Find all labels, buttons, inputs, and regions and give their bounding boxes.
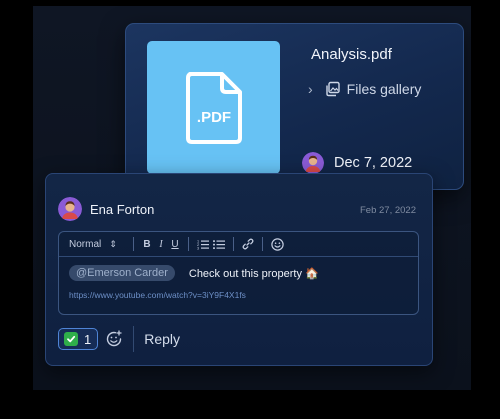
user-mention[interactable]: @Emerson Carder [69,265,175,281]
pdf-file-icon: .PDF [185,71,242,144]
reply-button[interactable]: Reply [144,331,180,347]
toolbar-divider [233,237,234,251]
comment-author: Ena Forton [90,201,155,217]
gallery-icon [325,81,340,97]
footer-divider [133,326,135,352]
file-name: Analysis.pdf [311,46,392,63]
comment-link[interactable]: https://www.youtube.com/watch?v=3iY9F4X1… [69,290,408,300]
files-gallery-link[interactable]: › Files gallery [308,81,421,97]
toolbar-divider [188,237,189,251]
bullet-list-icon [213,239,225,249]
file-date: Dec 7, 2022 [334,155,413,171]
file-thumbnail[interactable]: .PDF [147,41,280,174]
file-date-row: Dec 7, 2022 [302,152,412,174]
chevron-right-icon: › [308,81,313,97]
file-card[interactable]: .PDF Analysis.pdf › Files gallery Dec 7,… [125,23,464,190]
ordered-list-icon: 1 2 3 [197,239,209,250]
toolbar-divider [133,237,134,251]
text-style-select[interactable]: Normal ⇕ [69,239,127,250]
add-emoji-icon[interactable] [105,330,123,348]
bullet-list-button[interactable] [211,239,227,250]
italic-button[interactable]: I [154,239,168,250]
ordered-list-button[interactable]: 1 2 3 [195,239,211,250]
comment-date: Feb 27, 2022 [360,205,416,216]
insert-emoji-button[interactable] [269,237,285,251]
comment-message: Check out this property 🏠 [188,267,319,280]
check-icon [64,332,78,346]
editor-content[interactable]: @Emerson Carder Check out this property … [59,257,418,300]
avatar[interactable] [58,197,82,221]
toolbar-divider [262,237,263,251]
emoji-icon [270,237,284,251]
svg-text:3: 3 [197,246,199,250]
reaction-button[interactable]: 1 [58,328,99,350]
comment-editor[interactable]: Normal ⇕ B I U 1 2 3 @Emerson Carder Che… [58,231,419,315]
comment-header: Ena Forton [58,197,154,221]
editor-toolbar: Normal ⇕ B I U 1 2 3 [59,232,418,257]
pdf-thumb-label: .PDF [196,109,230,126]
insert-link-button[interactable] [240,238,256,250]
updown-chevron-icon: ⇕ [109,238,117,249]
files-gallery-label: Files gallery [346,81,422,97]
bold-button[interactable]: B [140,239,154,250]
comment-footer: 1 Reply [58,326,180,352]
reaction-count: 1 [84,331,92,347]
avatar [302,152,324,174]
comment-card: Ena Forton Feb 27, 2022 Normal ⇕ B I U 1… [45,173,433,366]
underline-button[interactable]: U [168,239,182,250]
link-icon [242,238,254,250]
text-style-label: Normal [69,238,102,250]
